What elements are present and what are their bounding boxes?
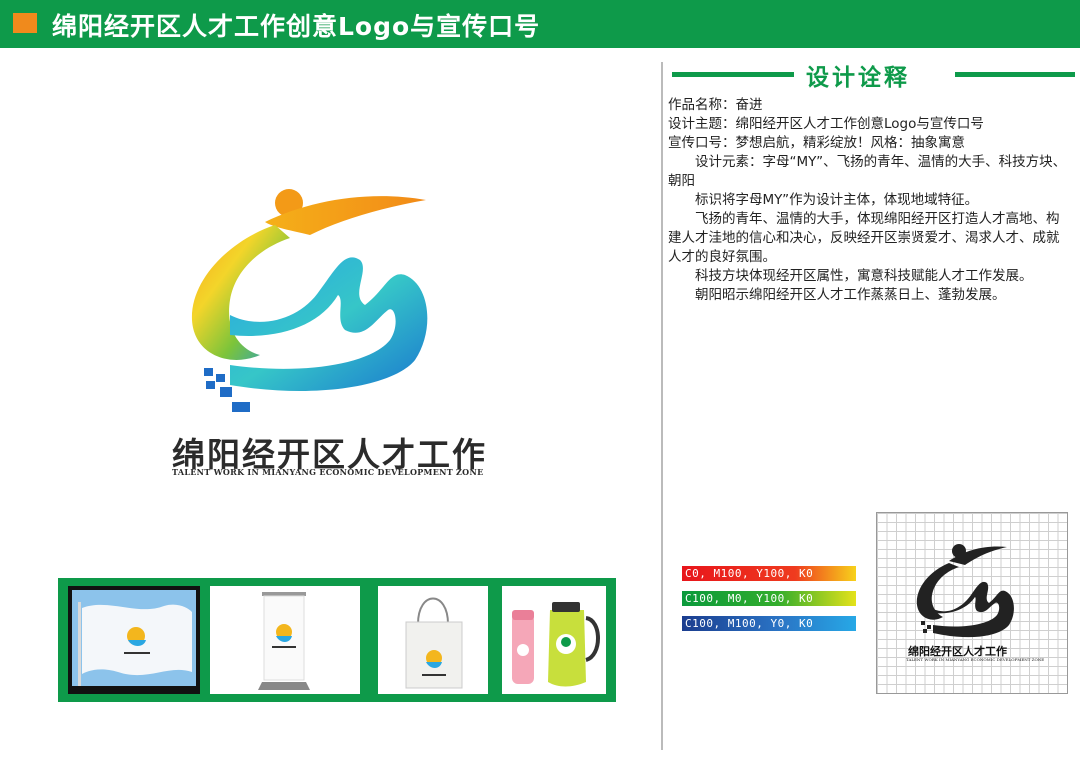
logo-grid (876, 512, 1068, 694)
banner-mockup-icon (258, 592, 310, 690)
divider (661, 62, 663, 750)
desc-letters: 标识将字母MY”作为设计主体，体现地域特征。 (695, 192, 979, 208)
logo-grid-emblem-icon (916, 544, 1014, 638)
mockup-bottles (502, 586, 606, 694)
color-spec-red: C0, M100, Y100, K0 (682, 566, 856, 581)
mockup-tote-bag (378, 586, 488, 694)
bottle-mockup-icon (512, 602, 600, 687)
mockup-flag (68, 586, 200, 694)
flag-mockup-icon (72, 590, 196, 686)
color-spec-blue: C100, M100, Y0, K0 (682, 616, 856, 631)
header-bar: 绵阳经开区人才工作创意Logo与宣传口号 (0, 0, 1080, 48)
desc-work-name: 作品名称：奋进 (668, 97, 763, 113)
desc-sun: 朝阳昭示绵阳经开区人才工作蒸蒸日上、蓬勃发展。 (695, 287, 1006, 303)
grid-logo-name-en: TALENT WORK IN MIANYANG ECONOMIC DEVELOP… (906, 657, 1045, 662)
design-description: 作品名称：奋进 设计主题：绵阳经开区人才工作创意Logo与宣传口号 宣传口号：梦… (668, 96, 1068, 305)
tote-bag-mockup-icon (405, 597, 463, 689)
color-spec-green: C100, M0, Y100, K0 (682, 591, 856, 606)
logo-emblem-icon (191, 189, 428, 412)
logo-name-en: TALENT WORK IN MIANYANG ECONOMIC DEVELOP… (172, 467, 484, 477)
desc-slogan: 宣传口号：梦想启航，精彩绽放！风格：抽象寓意 (668, 135, 965, 151)
section-title: 设计诠释 (806, 65, 910, 91)
main-logo (170, 180, 470, 420)
page-title: 绵阳经开区人才工作创意Logo与宣传口号 (52, 12, 541, 41)
desc-elements: 设计元素：字母“MY”、飞扬的青年、温情的大手、科技方块、朝阳 (668, 154, 1067, 189)
orange-square-icon (13, 13, 37, 33)
mockup-rollup-banner (210, 586, 360, 694)
section-line-left (672, 72, 794, 77)
desc-tech: 科技方块体现经开区属性，寓意科技赋能人才工作发展。 (695, 268, 1033, 284)
section-line-right (955, 72, 1075, 77)
desc-theme: 设计主题：绵阳经开区人才工作创意Logo与宣传口号 (668, 116, 984, 132)
desc-youth: 飞扬的青年、温情的大手，体现绵阳经开区打造人才高地、构建人才洼地的信心和决心，反… (668, 211, 1060, 265)
